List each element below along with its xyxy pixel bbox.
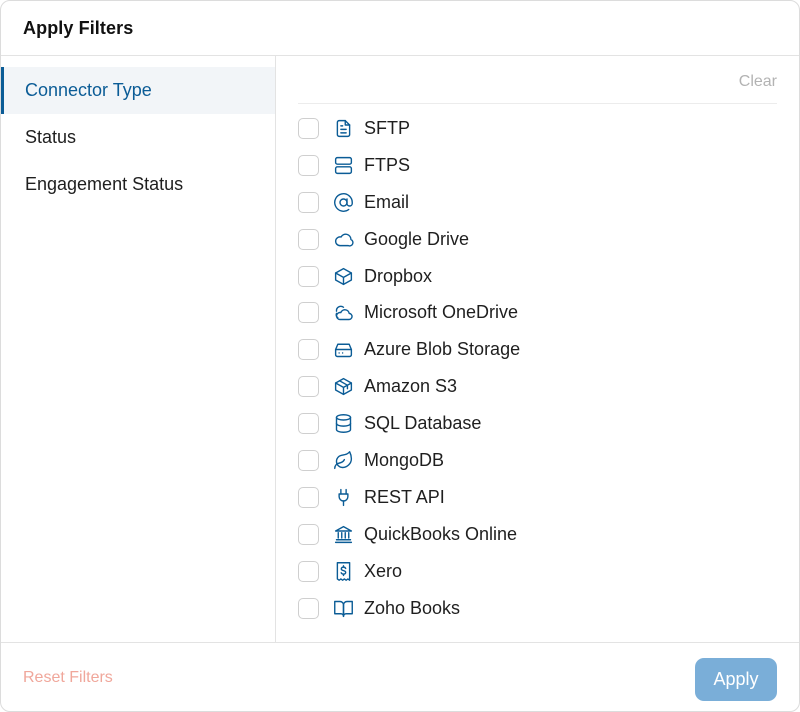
- option-label: MongoDB: [364, 449, 445, 470]
- option-sftp[interactable]: SFTP: [298, 110, 777, 147]
- option-label: SFTP: [364, 117, 411, 138]
- checkbox[interactable]: [298, 449, 319, 471]
- checkbox[interactable]: [298, 560, 319, 582]
- box-icon: [332, 265, 354, 287]
- checkbox[interactable]: [298, 486, 319, 508]
- book-open-icon: [332, 597, 354, 619]
- option-rest-api[interactable]: REST API: [298, 479, 777, 516]
- sidebar-item-status[interactable]: Status: [1, 114, 275, 161]
- modal-body: Connector Type Status Engagement Status …: [1, 56, 799, 642]
- hard-drive-icon: [332, 339, 354, 361]
- option-google-drive[interactable]: Google Drive: [298, 221, 777, 258]
- plug-icon: [332, 486, 354, 508]
- checkbox[interactable]: [298, 117, 319, 139]
- filter-category-sidebar: Connector Type Status Engagement Status: [1, 56, 276, 642]
- modal-header: Apply Filters: [1, 1, 799, 56]
- option-label: Zoho Books: [364, 597, 461, 618]
- option-ftps[interactable]: FTPS: [298, 147, 777, 184]
- option-email[interactable]: Email: [298, 184, 777, 221]
- option-label: Xero: [364, 560, 403, 581]
- checkbox[interactable]: [298, 154, 319, 176]
- sidebar-item-label: Engagement Status: [25, 174, 184, 194]
- checkbox[interactable]: [298, 265, 319, 287]
- option-xero[interactable]: Xero: [298, 553, 777, 590]
- option-quickbooks-online[interactable]: QuickBooks Online: [298, 516, 777, 553]
- receipt-dollar-icon: [332, 560, 354, 582]
- option-label: Azure Blob Storage: [364, 339, 521, 360]
- document-icon: [332, 117, 354, 139]
- checkbox[interactable]: [298, 339, 319, 361]
- sidebar-item-connector-type[interactable]: Connector Type: [1, 67, 275, 114]
- cloud-sun-icon: [332, 302, 354, 324]
- option-microsoft-onedrive[interactable]: Microsoft OneDrive: [298, 294, 777, 331]
- sidebar-item-label: Status: [25, 127, 77, 147]
- option-label: SQL Database: [364, 413, 482, 434]
- checkbox[interactable]: [298, 523, 319, 545]
- bank-icon: [332, 523, 354, 545]
- option-label: QuickBooks Online: [364, 523, 518, 544]
- checkbox[interactable]: [298, 597, 319, 619]
- database-icon: [332, 413, 354, 435]
- connector-options-list: SFTP FTPS Email Google Drive Dropbox Mic…: [298, 104, 777, 626]
- option-azure-blob-storage[interactable]: Azure Blob Storage: [298, 331, 777, 368]
- server-icon: [332, 154, 354, 176]
- sidebar-item-engagement-status[interactable]: Engagement Status: [1, 161, 275, 208]
- boxes-icon: [332, 376, 354, 398]
- cloud-icon: [332, 228, 354, 250]
- option-label: Email: [364, 191, 410, 212]
- option-label: Dropbox: [364, 265, 433, 286]
- checkbox[interactable]: [298, 413, 319, 435]
- checkbox[interactable]: [298, 191, 319, 213]
- option-dropbox[interactable]: Dropbox: [298, 258, 777, 295]
- option-sql-database[interactable]: SQL Database: [298, 405, 777, 442]
- reset-filters-button[interactable]: Reset Filters: [23, 669, 113, 687]
- checkbox[interactable]: [298, 376, 319, 398]
- sidebar-item-label: Connector Type: [25, 80, 152, 100]
- leaf-icon: [332, 449, 354, 471]
- clear-button[interactable]: Clear: [739, 73, 777, 91]
- option-zoho-books[interactable]: Zoho Books: [298, 590, 777, 627]
- apply-filters-modal: Apply Filters Connector Type Status Enga…: [0, 0, 800, 712]
- apply-button[interactable]: Apply: [695, 657, 777, 701]
- option-label: Google Drive: [364, 228, 470, 249]
- clear-row: Clear: [298, 56, 777, 104]
- at-sign-icon: [332, 191, 354, 213]
- checkbox[interactable]: [298, 228, 319, 250]
- option-label: REST API: [364, 486, 445, 507]
- modal-footer: Reset Filters Apply: [1, 642, 799, 711]
- option-label: FTPS: [364, 154, 411, 175]
- option-label: Microsoft OneDrive: [364, 302, 519, 323]
- filter-options-panel: Clear SFTP FTPS Email Google Drive Dropb…: [276, 56, 799, 642]
- option-label: Amazon S3: [364, 376, 458, 397]
- option-mongodb[interactable]: MongoDB: [298, 442, 777, 479]
- option-amazon-s3[interactable]: Amazon S3: [298, 368, 777, 405]
- checkbox[interactable]: [298, 302, 319, 324]
- modal-title: Apply Filters: [23, 17, 134, 38]
